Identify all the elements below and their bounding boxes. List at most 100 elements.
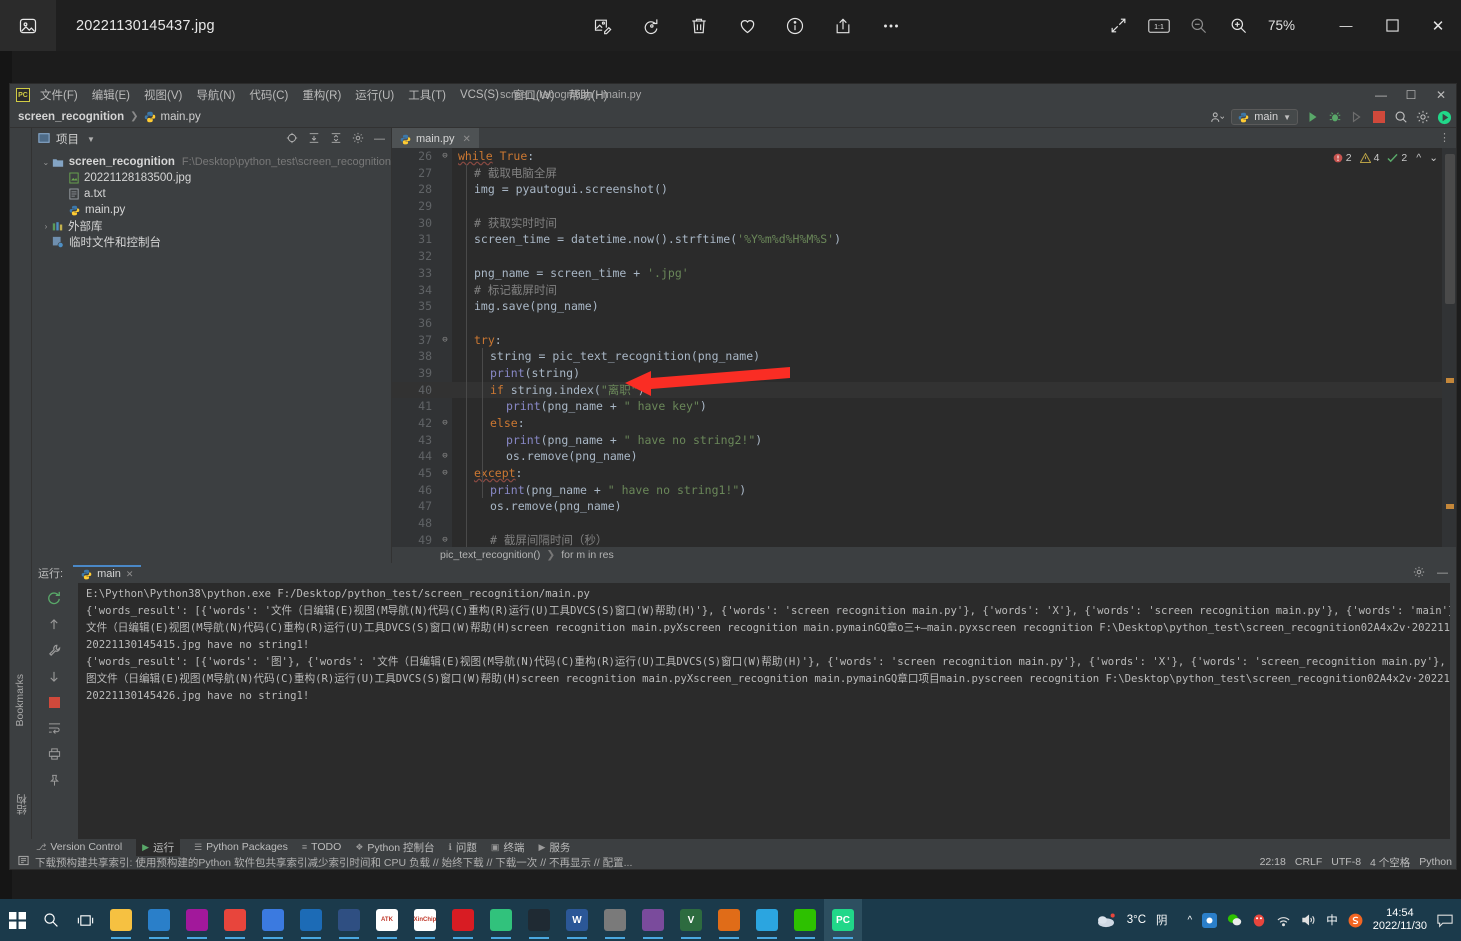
stop-button[interactable] <box>1371 110 1386 125</box>
status-tool-python-控制台[interactable]: ❖ Python 控制台 <box>355 840 434 855</box>
menu-run[interactable]: 运行(U) <box>355 87 394 103</box>
actual-size-icon[interactable]: 1:1 <box>1148 15 1170 37</box>
expand-all-icon[interactable] <box>308 132 320 147</box>
taskbar-sourceinsight[interactable] <box>520 899 558 941</box>
viewer-minimize-button[interactable]: — <box>1323 0 1369 51</box>
run-button[interactable] <box>1305 110 1320 125</box>
weather-description[interactable]: 阴 <box>1156 912 1168 928</box>
tree-node-image-file[interactable]: 20221128183500.jpg <box>36 170 391 186</box>
collapse-all-icon[interactable] <box>330 132 342 147</box>
tree-node-external-libraries[interactable]: › 外部库 <box>36 218 391 234</box>
menu-tools[interactable]: 工具(T) <box>408 87 446 103</box>
user-account-icon[interactable] <box>1209 110 1224 125</box>
status-tool-问题[interactable]: ℹ 问题 <box>449 840 477 855</box>
more-icon[interactable] <box>880 15 902 37</box>
taskbar-notes[interactable] <box>254 899 292 941</box>
scroll-up-button[interactable] <box>41 613 67 635</box>
pin-icon[interactable] <box>41 769 67 791</box>
task-view-icon[interactable] <box>68 899 102 941</box>
run-configuration-selector[interactable]: main ▼ <box>1231 109 1298 125</box>
tray-sogou-icon[interactable] <box>1348 913 1363 928</box>
status-tool-version-control[interactable]: ⎇ Version Control <box>36 841 122 853</box>
settings-gear-icon[interactable] <box>1415 110 1430 125</box>
tree-node-text-file[interactable]: a.txt <box>36 186 391 202</box>
tree-node-scratches[interactable]: 临时文件和控制台 <box>36 234 391 250</box>
fold-toggle-icon[interactable]: ⊖ <box>438 465 452 482</box>
rotate-icon[interactable] <box>640 15 662 37</box>
search-icon[interactable] <box>34 899 68 941</box>
status-indicator[interactable]: 22:18 <box>1260 856 1286 868</box>
breadcrumb-project[interactable]: screen_recognition <box>18 111 124 123</box>
menu-file[interactable]: 文件(F) <box>40 87 78 103</box>
tray-ime-indicator[interactable]: 中 <box>1326 912 1338 928</box>
rail-bookmarks-label[interactable]: Bookmarks <box>14 668 26 733</box>
breadcrumb-file[interactable]: main.py <box>160 111 200 123</box>
taskbar-city-app[interactable] <box>330 899 368 941</box>
taskbar-clock[interactable]: 14:54 2022/11/30 <box>1373 907 1427 933</box>
status-tool-python-packages[interactable]: ☰ Python Packages <box>194 841 288 853</box>
hide-panel-icon[interactable]: — <box>1437 567 1448 579</box>
editor-options-icon[interactable]: ⋮ <box>1439 131 1450 144</box>
pycharm-maximize-button[interactable]: ☐ <box>1396 88 1426 102</box>
tray-screenshot-icon[interactable] <box>1202 912 1218 928</box>
tree-node-main-py[interactable]: main.py <box>36 202 391 218</box>
chevron-down-icon[interactable]: ⌄ <box>1429 152 1438 164</box>
status-tool-服务[interactable]: ▶ 服务 <box>538 840 570 855</box>
print-icon[interactable] <box>41 743 67 765</box>
breadcrumb-loop[interactable]: for m in res <box>561 549 614 561</box>
run-tab-main[interactable]: main ✕ <box>73 565 142 581</box>
status-tool-终端[interactable]: ▣ 终端 <box>491 840 525 855</box>
weather-icon[interactable] <box>1095 912 1117 928</box>
ide-feature-icon[interactable] <box>1437 110 1452 125</box>
edit-image-icon[interactable] <box>592 15 614 37</box>
taskbar-wechat[interactable] <box>786 899 824 941</box>
breadcrumb-function[interactable]: pic_text_recognition() <box>440 549 540 561</box>
taskbar-atk-icon[interactable]: ATK <box>368 899 406 941</box>
editor-marker-bar[interactable] <box>1442 148 1456 547</box>
weather-temperature[interactable]: 3°C <box>1127 914 1146 926</box>
run-console-output[interactable]: E:\Python\Python38\python.exe F:/Desktop… <box>78 583 1450 839</box>
taskbar-word[interactable]: W <box>558 899 596 941</box>
tray-volume-icon[interactable] <box>1301 913 1316 927</box>
taskbar-altium[interactable] <box>444 899 482 941</box>
fold-toggle-icon[interactable]: ⊖ <box>438 415 452 432</box>
pycharm-minimize-button[interactable]: — <box>1366 88 1396 102</box>
taskbar-vmware[interactable] <box>710 899 748 941</box>
taskbar-qq[interactable] <box>748 899 786 941</box>
taskbar-file-explorer[interactable] <box>102 899 140 941</box>
console-scrollbar[interactable] <box>1450 583 1456 839</box>
chevron-up-icon[interactable]: ^ <box>1416 152 1421 164</box>
menu-vcs[interactable]: VCS(S) <box>460 89 499 101</box>
tray-expand-icon[interactable]: ^ <box>1188 915 1193 926</box>
panel-settings-icon[interactable] <box>1413 566 1425 581</box>
code-canvas[interactable]: 26 ⊖ while True: 27 # 截取电脑全屏 28 img = pyautogu… <box>392 148 1456 547</box>
viewer-maximize-button[interactable] <box>1369 0 1415 51</box>
panel-settings-icon[interactable] <box>352 132 364 147</box>
taskbar-qq-music[interactable] <box>482 899 520 941</box>
soft-wrap-icon[interactable] <box>41 717 67 739</box>
status-tool-todo[interactable]: ≡ TODO <box>302 841 341 853</box>
taskbar-inkscape[interactable] <box>178 899 216 941</box>
menu-navigate[interactable]: 导航(N) <box>196 87 235 103</box>
taskbar-vscode-insiders[interactable]: V <box>672 899 710 941</box>
taskbar-foxit[interactable] <box>596 899 634 941</box>
chevron-right-icon[interactable]: › <box>40 222 52 231</box>
fold-toggle-icon[interactable]: ⊖ <box>438 148 452 165</box>
chevron-down-icon[interactable]: ⌄ <box>40 158 52 167</box>
fold-toggle-icon[interactable]: ⊖ <box>438 448 452 465</box>
viewer-close-button[interactable]: ✕ <box>1415 0 1461 51</box>
tray-wechat-icon[interactable] <box>1227 913 1242 927</box>
rerun-button[interactable] <box>41 587 67 609</box>
action-center-icon[interactable] <box>1437 913 1453 928</box>
start-button[interactable] <box>0 899 34 941</box>
run-coverage-button[interactable] <box>1349 110 1364 125</box>
fold-toggle-icon[interactable]: ⊖ <box>438 332 452 349</box>
inspection-status-widget[interactable]: 2 4 2 ^ ⌄ <box>1333 152 1438 164</box>
taskbar-chrome[interactable] <box>216 899 254 941</box>
taskbar-pycharm[interactable]: PC <box>824 899 862 941</box>
pycharm-close-button[interactable]: ✕ <box>1426 88 1456 102</box>
status-tool-运行[interactable]: ▶ 运行 <box>136 838 181 856</box>
stop-process-button[interactable] <box>41 691 67 713</box>
rail-structure-label[interactable]: 结构 <box>14 788 29 821</box>
menu-view[interactable]: 视图(V) <box>144 87 182 103</box>
